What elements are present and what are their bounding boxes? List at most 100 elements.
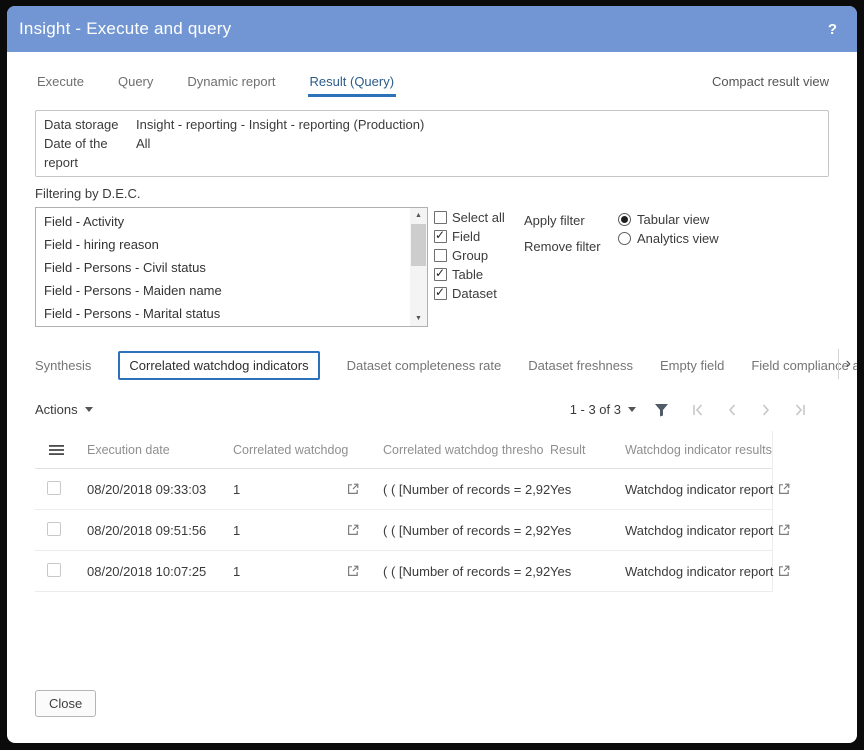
tab-execute[interactable]: Execute (35, 74, 86, 97)
listbox-scrollbar[interactable]: ▲ ▼ (410, 208, 427, 326)
cell-watchdog-report-link[interactable]: Watchdog indicator report (625, 482, 773, 497)
column-header-correlated-watchdog-threshold[interactable]: Correlated watchdog thresho (383, 443, 550, 457)
row-checkbox[interactable] (47, 522, 61, 536)
external-link-icon[interactable] (347, 524, 359, 536)
cell-watchdog-report-link[interactable]: Watchdog indicator report (625, 523, 773, 538)
cell-correlated-watchdog: 1 (233, 523, 240, 538)
report-info-box: Data storage Insight - reporting - Insig… (35, 110, 829, 177)
apply-filter-link[interactable]: Apply filter (524, 213, 604, 228)
cell-threshold: ( ( [Number of records = 2,92 (383, 564, 550, 579)
dialog-footer: Close (35, 690, 829, 717)
filter-links: Apply filter Remove filter (524, 207, 604, 254)
dec-list-item[interactable]: Field - hiring reason (36, 233, 410, 256)
cell-result: Yes (550, 482, 625, 497)
external-link-icon[interactable] (347, 483, 359, 495)
first-page-button[interactable] (691, 403, 705, 417)
dataset-label: Dataset (452, 286, 497, 301)
scroll-up-icon[interactable]: ▲ (410, 208, 427, 223)
column-header-result[interactable]: Result (550, 443, 625, 457)
remove-filter-link[interactable]: Remove filter (524, 239, 604, 254)
checkbox-row-table[interactable]: Table (434, 265, 512, 284)
cell-execution-date: 08/20/2018 10:07:25 (87, 564, 233, 579)
dec-list-item[interactable]: Field - Activity (36, 210, 410, 233)
checkbox-row-dataset[interactable]: Dataset (434, 284, 512, 303)
cell-execution-date: 08/20/2018 09:51:56 (87, 523, 233, 538)
dialog-title: Insight - Execute and query (19, 19, 231, 39)
table-header-row: Execution date Correlated watchdog Corre… (35, 431, 772, 469)
table-checkbox[interactable] (434, 268, 447, 281)
column-menu-button[interactable] (35, 444, 87, 456)
checkbox-row-field[interactable]: Field (434, 227, 512, 246)
hamburger-icon (49, 444, 64, 456)
checkbox-row-select-all[interactable]: Select all (434, 208, 512, 227)
info-row-report-date: Date of the report All (44, 134, 820, 172)
compact-result-view-link[interactable]: Compact result view (712, 74, 829, 97)
tab-dataset-freshness[interactable]: Dataset freshness (528, 358, 633, 373)
group-checkbox[interactable] (434, 249, 447, 262)
filter-icon[interactable] (654, 403, 669, 417)
group-label: Group (452, 248, 488, 263)
analytics-view-label: Analytics view (637, 231, 719, 246)
pagination-label: 1 - 3 of 3 (570, 402, 621, 417)
results-table: Execution date Correlated watchdog Corre… (35, 431, 773, 592)
tab-dataset-completeness-rate[interactable]: Dataset completeness rate (347, 358, 502, 373)
tabular-view-radio[interactable] (618, 213, 631, 226)
cell-correlated-watchdog: 1 (233, 564, 240, 579)
tab-query[interactable]: Query (116, 74, 155, 97)
last-page-button[interactable] (793, 403, 807, 417)
select-all-checkbox[interactable] (434, 211, 447, 224)
cell-threshold: ( ( [Number of records = 2,92 (383, 523, 550, 538)
view-radio-group: Tabular view Analytics view (618, 207, 719, 248)
help-icon[interactable]: ? (828, 21, 837, 38)
next-page-button[interactable] (759, 403, 773, 417)
dialog-content: Execute Query Dynamic report Result (Que… (7, 52, 857, 743)
dec-listbox[interactable]: Field - Activity Field - hiring reason F… (35, 207, 428, 327)
row-checkbox[interactable] (47, 481, 61, 495)
tab-empty-field[interactable]: Empty field (660, 358, 724, 373)
row-checkbox[interactable] (47, 563, 61, 577)
report-date-value: All (136, 134, 150, 172)
analytics-view-radio[interactable] (618, 232, 631, 245)
column-header-watchdog-indicator-results[interactable]: Watchdog indicator results (625, 443, 773, 457)
scrollbar-thumb[interactable] (411, 224, 426, 266)
pagination-dropdown[interactable]: 1 - 3 of 3 (570, 402, 636, 417)
cell-result: Yes (550, 523, 625, 538)
chevron-right-icon: › (846, 355, 851, 373)
close-button[interactable]: Close (35, 690, 96, 717)
dec-list-item[interactable]: Field - Persons - Maiden name (36, 279, 410, 302)
column-header-correlated-watchdog[interactable]: Correlated watchdog (233, 443, 383, 457)
dec-list-item[interactable]: Field - Persons - Marital status (36, 302, 410, 325)
scroll-down-icon[interactable]: ▼ (410, 311, 427, 326)
tab-dynamic-report[interactable]: Dynamic report (185, 74, 277, 97)
radio-row-analytics-view[interactable]: Analytics view (618, 229, 719, 248)
data-storage-label: Data storage (44, 115, 136, 134)
previous-page-button[interactable] (725, 403, 739, 417)
column-header-execution-date[interactable]: Execution date (87, 443, 233, 457)
cell-execution-date: 08/20/2018 09:33:03 (87, 482, 233, 497)
actions-dropdown[interactable]: Actions (35, 402, 93, 417)
radio-row-tabular-view[interactable]: Tabular view (618, 210, 719, 229)
table-row: 08/20/2018 10:07:25 1 ( ( [Number of rec… (35, 551, 772, 592)
tabs-scroll-right-button[interactable]: › (838, 349, 851, 379)
dataset-checkbox[interactable] (434, 287, 447, 300)
dec-list-item[interactable]: Field - Persons - Civil status (36, 256, 410, 279)
external-link-icon[interactable] (778, 483, 790, 495)
toolbar-right: 1 - 3 of 3 (570, 402, 807, 417)
external-link-icon[interactable] (778, 524, 790, 536)
tab-synthesis[interactable]: Synthesis (35, 358, 91, 373)
tab-correlated-watchdog-indicators[interactable]: Correlated watchdog indicators (118, 351, 319, 380)
results-toolbar: Actions 1 - 3 of 3 (35, 402, 829, 417)
field-checkbox[interactable] (434, 230, 447, 243)
main-tabs: Execute Query Dynamic report Result (Que… (35, 74, 829, 97)
dialog-titlebar: Insight - Execute and query ? (7, 6, 857, 52)
filtering-by-dec-label: Filtering by D.E.C. (35, 186, 829, 201)
cell-watchdog-report-link[interactable]: Watchdog indicator report (625, 564, 773, 579)
cell-threshold: ( ( [Number of records = 2,92 (383, 482, 550, 497)
external-link-icon[interactable] (347, 565, 359, 577)
data-storage-value: Insight - reporting - Insight - reportin… (136, 115, 424, 134)
info-row-data-storage: Data storage Insight - reporting - Insig… (44, 115, 820, 134)
external-link-icon[interactable] (778, 565, 790, 577)
tab-result-query[interactable]: Result (Query) (308, 74, 397, 97)
checkbox-row-group[interactable]: Group (434, 246, 512, 265)
filter-area: Field - Activity Field - hiring reason F… (35, 207, 829, 327)
